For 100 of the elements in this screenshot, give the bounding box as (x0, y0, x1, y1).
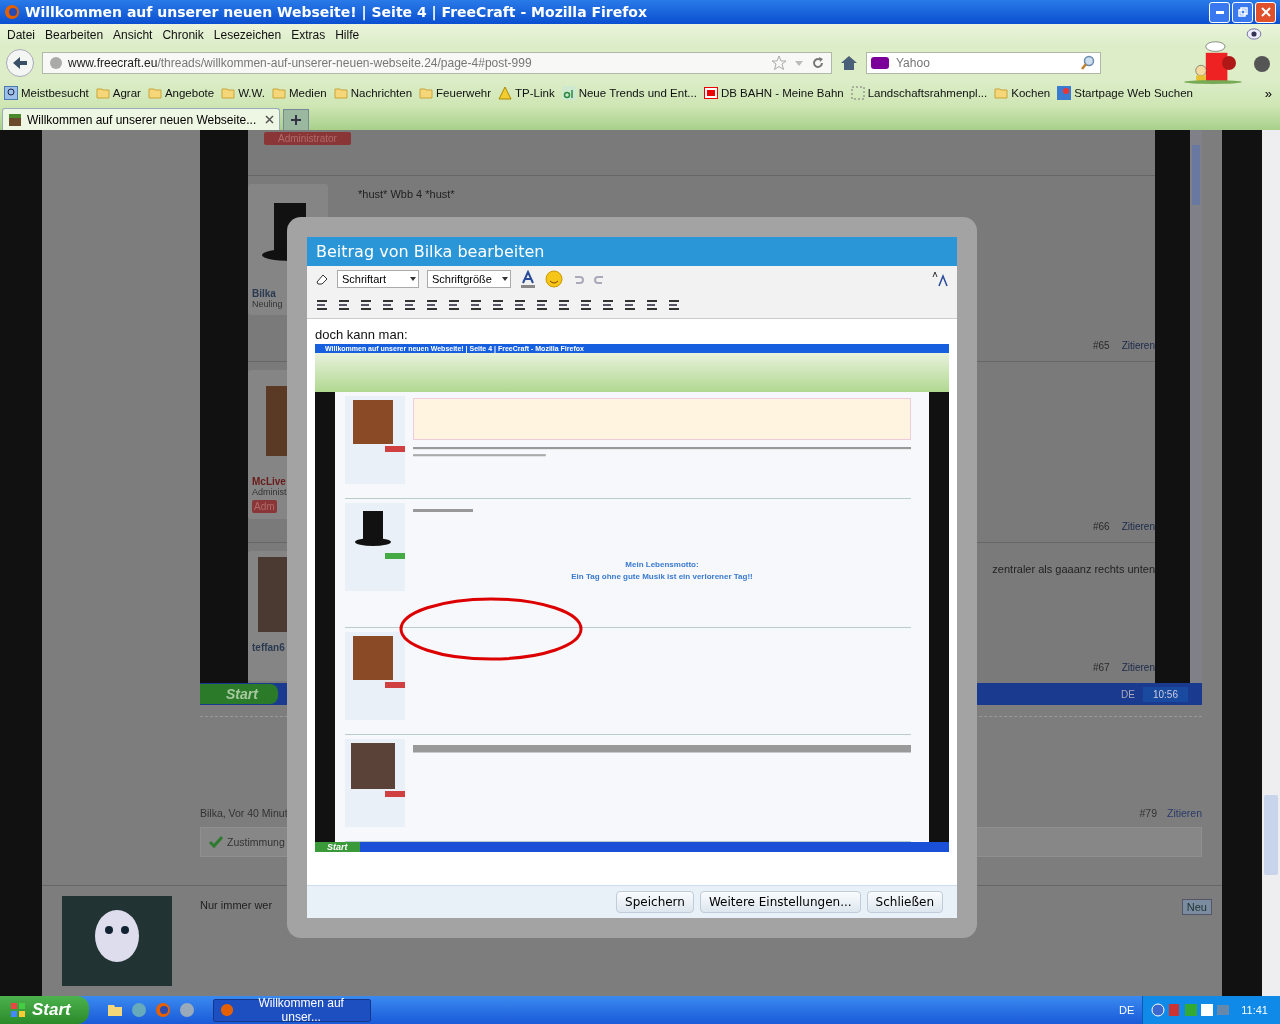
image-icon[interactable] (601, 298, 615, 312)
windows-logo-icon (10, 1002, 26, 1018)
restore-icon (1237, 7, 1248, 17)
globe-icon (49, 56, 63, 70)
block-avatar (353, 635, 393, 680)
status-badge (385, 681, 405, 688)
eye-icon[interactable] (1246, 28, 1262, 40)
scrollbar[interactable] (1262, 130, 1280, 996)
link-icon[interactable] (557, 298, 571, 312)
menu-item[interactable]: Hilfe (330, 28, 365, 42)
align-right-icon[interactable] (447, 298, 461, 312)
restore-button[interactable] (1232, 1, 1253, 23)
close-icon (1260, 7, 1271, 17)
align-center-icon[interactable] (425, 298, 439, 312)
close-button[interactable] (1255, 1, 1276, 23)
back-button[interactable] (6, 49, 34, 77)
dialog-button[interactable]: Schließen (866, 891, 943, 913)
minimize-button[interactable] (1209, 1, 1230, 23)
menu-item[interactable]: Extras (286, 28, 331, 42)
menu-item[interactable]: Bearbeiten (40, 28, 109, 42)
font-size-icon[interactable] (931, 270, 949, 288)
more-bookmarks-button[interactable]: » (1264, 85, 1272, 101)
menu-item[interactable]: Ansicht (108, 28, 158, 42)
search-icon[interactable] (1080, 55, 1096, 71)
block-avatar (353, 399, 393, 444)
indent-icon[interactable] (535, 298, 549, 312)
folder-icon (272, 86, 286, 100)
post-text: *hust* Wbb 4 *hust* (358, 188, 456, 200)
outdent-icon[interactable] (513, 298, 527, 312)
dialog-button[interactable]: Weitere Einstellungen... (699, 891, 861, 913)
folder-icon[interactable] (106, 1002, 123, 1018)
small-text-lines-drawing (413, 508, 473, 513)
quote-icon[interactable] (667, 298, 681, 312)
font-select[interactable]: Schriftart (337, 270, 419, 288)
post-number: #65 (1092, 340, 1110, 351)
search-box[interactable]: Yahoo (866, 52, 1101, 74)
ball-icon[interactable] (1253, 55, 1271, 73)
home-icon[interactable] (840, 54, 858, 72)
bullet-list-icon[interactable] (469, 298, 483, 312)
bold-icon[interactable] (315, 298, 329, 312)
bookmark-item[interactable]: Landschaftsrahmenpl... (850, 86, 988, 100)
address-field[interactable]: www.freecraft.eu/threads/willkommen-auf-unserer-neuen-webseite.24/page-4#post-999 (42, 52, 832, 74)
language-indicator: DE (1121, 688, 1135, 700)
bookmark-item[interactable]: Medien (272, 86, 327, 100)
bookmark-item[interactable]: DB BAHN - Meine Bahn (703, 86, 844, 100)
menu-item[interactable]: Lesezeichen (208, 28, 287, 42)
align-left-icon[interactable] (403, 298, 417, 312)
photo-placeholder (351, 742, 395, 789)
warning-icon (498, 86, 513, 100)
post-meta: Bilka, Vor 40 Minut (200, 807, 288, 819)
smiley-icon[interactable] (545, 270, 563, 288)
bookmark-item[interactable]: W.W. (221, 86, 265, 100)
bookmark-item[interactable]: Startpage Web Suchen (1057, 86, 1193, 100)
post-text: zentraler als gaaanz rechts unten (992, 563, 1155, 575)
window-title: Willkommen auf unserer neuen Webseite! | Seite 4 | FreeCraft - Mozilla Firefox (25, 4, 647, 20)
bookmark-item[interactable]: Angebote (147, 86, 215, 100)
bookmark-item[interactable]: Kochen (994, 86, 1051, 100)
browser-tab[interactable]: Willkommen auf unserer neuen Webseite... (2, 108, 281, 130)
strikethrough-icon[interactable] (381, 298, 395, 312)
bookmark-item[interactable]: Nachrichten (333, 86, 413, 100)
bookmark-item[interactable]: Neue Trends und Ent... (561, 86, 697, 100)
site-icon (561, 86, 576, 100)
bookmark-item[interactable]: TP-Link (498, 86, 555, 100)
username: Bilka (252, 288, 277, 299)
editor-text: doch kann man: (315, 327, 409, 342)
folder-icon (994, 86, 1009, 100)
new-tab-button[interactable] (283, 109, 310, 130)
italic-icon[interactable] (337, 298, 351, 312)
post-number: #67 (1092, 662, 1110, 673)
bookmark-item[interactable]: Feuerwehr (419, 86, 492, 100)
bookmark-item[interactable]: Meistbesucht (4, 86, 89, 100)
folder-icon (147, 86, 162, 100)
unlink-icon[interactable] (579, 298, 593, 312)
reload-icon[interactable] (811, 56, 825, 70)
folder-icon (333, 86, 348, 100)
underline-icon[interactable] (359, 298, 373, 312)
video-icon[interactable] (623, 298, 637, 312)
username: McLive (252, 476, 287, 487)
code-icon[interactable] (645, 298, 659, 312)
blank-page-icon (850, 86, 865, 100)
menu-item[interactable]: Datei (2, 28, 40, 42)
like-text: Zustimmung (227, 836, 285, 848)
site-icon (1057, 86, 1072, 100)
font-size-select[interactable]: Schriftgröße (427, 270, 511, 288)
dialog-button[interactable]: Speichern (616, 891, 694, 913)
numbered-list-icon[interactable] (491, 298, 505, 312)
back-arrow-icon (11, 55, 29, 71)
search-field[interactable]: Yahoo (894, 55, 1075, 71)
minimize-icon (1215, 10, 1224, 14)
text-color-icon[interactable] (519, 270, 537, 288)
star-icon[interactable] (771, 55, 787, 71)
username: teffan6 (252, 642, 286, 653)
taskbar-button[interactable]: Willkommen auf unser... (212, 998, 371, 1022)
language-indicator[interactable]: DE (1119, 1004, 1135, 1016)
bookmark-item[interactable]: Agrar (95, 86, 141, 100)
plus-icon (290, 114, 303, 126)
status-badge (385, 790, 405, 797)
close-icon[interactable] (265, 115, 275, 124)
eraser-icon[interactable] (315, 272, 329, 286)
menu-item[interactable]: Chronik (157, 28, 209, 42)
